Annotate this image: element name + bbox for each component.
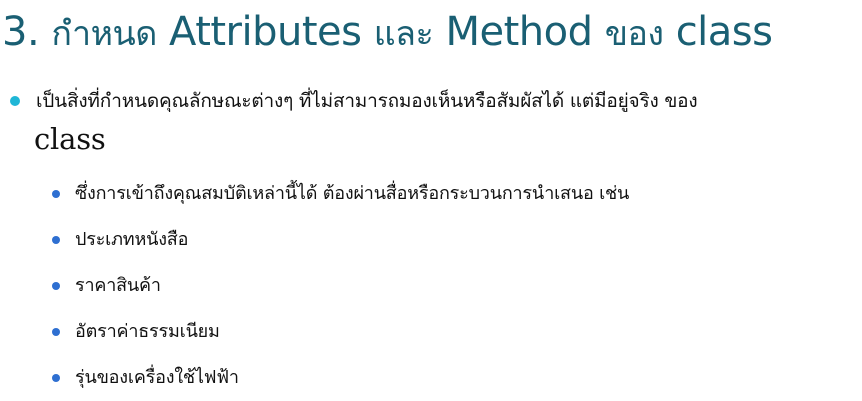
sub-bullet-text: ซึ่งการเข้าถึงคุณสมบัติเหล่านี้ได้ ต้องผ… [75,183,630,204]
list-item: ประเภทหนังสือ [52,217,852,263]
title-attributes: Attributes [169,9,362,55]
sub-bullet-text: รุ่นของเครื่องใช้ไฟฟ้า [75,367,239,388]
sub-bullet-text: ประเภทหนังสือ [75,229,189,250]
sub-bullet-dot-icon [52,374,60,382]
sub-bullet-dot-icon [52,190,60,198]
main-bullet-thai: เป็นสิ่งที่กำหนดคุณลักษณะต่างๆ ที่ไม่สาม… [36,90,698,112]
sub-bullet-dot-icon [52,282,60,290]
title-thai-and: และ [373,14,434,54]
main-bullet-text: เป็นสิ่งที่กำหนดคุณลักษณะต่างๆ ที่ไม่สาม… [34,84,698,160]
sub-bullet-text: ราคาสินค้า [75,275,161,296]
title-class: class [675,9,773,55]
list-item: รุ่นของเครื่องใช้ไฟฟ้า [52,355,852,401]
title-thai-of: ของ [604,14,664,54]
sub-bullet-text: อัตราค่าธรรมเนียม [75,321,220,342]
main-bullet: เป็นสิ่งที่กำหนดคุณลักษณะต่างๆ ที่ไม่สาม… [10,84,858,160]
sub-bullet-dot-icon [52,236,60,244]
list-item: อัตราค่าธรรมเนียม [52,309,852,355]
main-bullet-class: class [34,122,106,156]
sub-bullet-list: ซึ่งการเข้าถึงคุณสมบัติเหล่านี้ได้ ต้องผ… [52,171,852,401]
title-thai-define: กำหนด [51,14,157,54]
bullet-dot-icon [10,96,20,106]
sub-bullet-dot-icon [52,328,60,336]
list-item: ราคาสินค้า [52,263,852,309]
title-number: 3. [2,9,40,55]
slide-title: 3. กำหนด Attributes และ Method ของ class [2,4,862,62]
list-item: ซึ่งการเข้าถึงคุณสมบัติเหล่านี้ได้ ต้องผ… [52,171,852,217]
title-method: Method [445,9,593,55]
